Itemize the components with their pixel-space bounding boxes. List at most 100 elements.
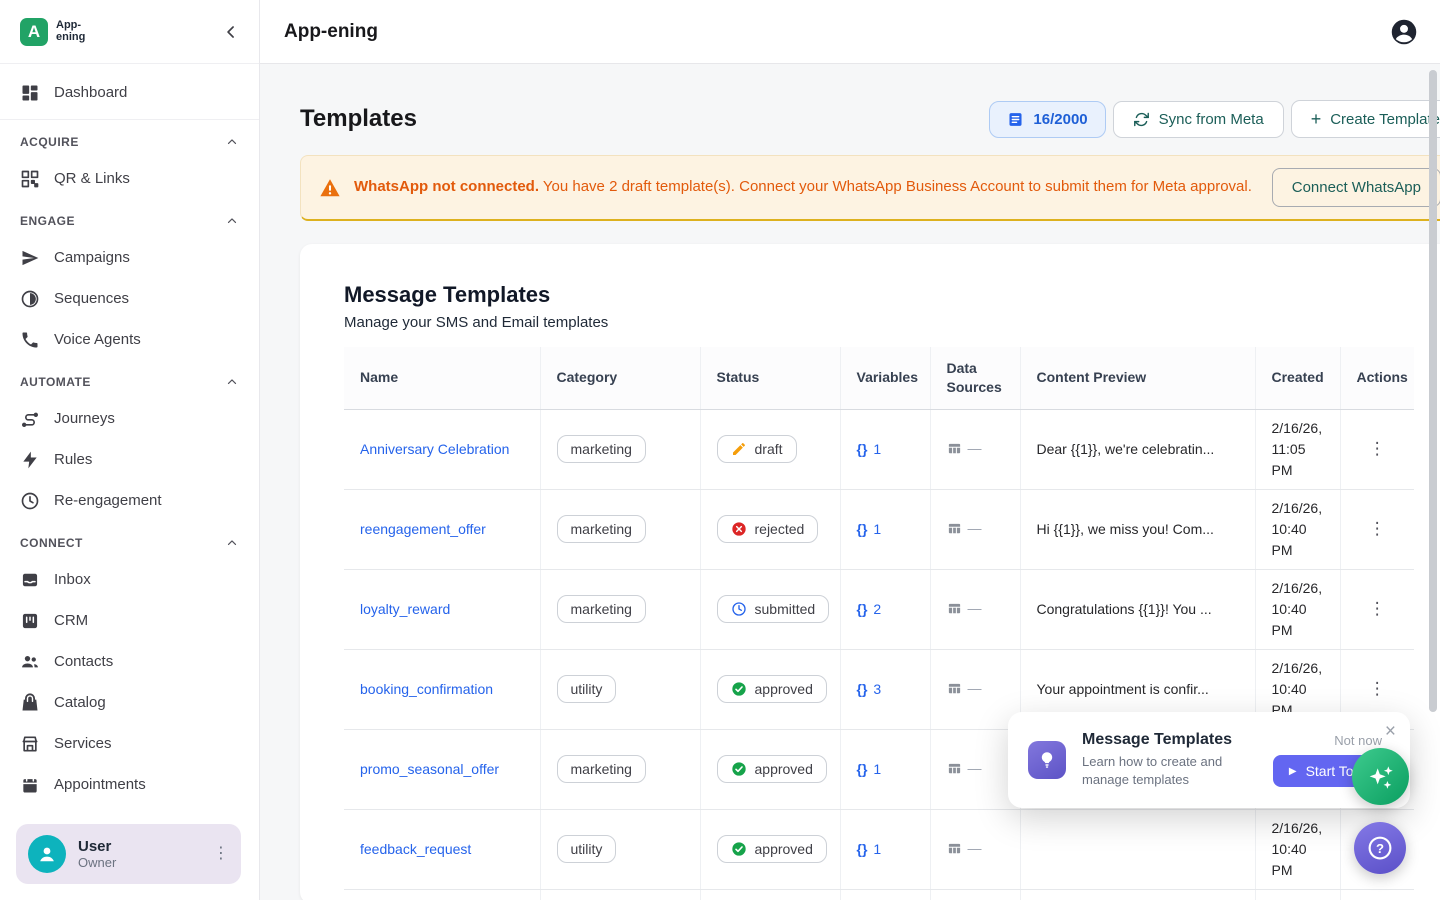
- close-icon[interactable]: ×: [1385, 722, 1396, 741]
- created-date: [1255, 889, 1340, 900]
- page-title: Templates: [300, 105, 417, 133]
- template-quota-badge[interactable]: 16/2000: [989, 101, 1105, 138]
- help-fab[interactable]: ?: [1354, 822, 1406, 874]
- user-menu-button[interactable]: ⋮: [213, 846, 229, 862]
- sidebar-section-engage[interactable]: ENGAGE: [0, 205, 259, 237]
- row-actions-button[interactable]: ⋮: [1369, 684, 1386, 695]
- sidebar-section-acquire[interactable]: ACQUIRE: [0, 126, 259, 158]
- approved-status-icon: [731, 841, 747, 857]
- sync-from-meta-button[interactable]: Sync from Meta: [1113, 101, 1284, 138]
- template-name-link[interactable]: promo_seasonal_offer: [360, 761, 499, 777]
- approved-status-icon: [731, 761, 747, 777]
- sidebar-item-services[interactable]: Services: [0, 723, 259, 764]
- user-role: Owner: [78, 855, 201, 870]
- content-preview: Dear {{1}}, we're celebratin...: [1020, 409, 1255, 489]
- sidebar-divider: [0, 119, 259, 120]
- sidebar-item-dashboard[interactable]: Dashboard: [0, 72, 259, 113]
- column-header-actions: Actions: [1340, 347, 1414, 409]
- app-logo-icon: A: [20, 18, 48, 46]
- sidebar-item-journeys[interactable]: Journeys: [0, 398, 259, 439]
- variables-count[interactable]: {}1: [857, 841, 882, 857]
- variables-count[interactable]: {}1: [857, 761, 882, 777]
- table-icon: [947, 441, 962, 456]
- app-logo[interactable]: A App- ening: [20, 18, 85, 46]
- draft-status-icon: [731, 441, 747, 457]
- column-header-created: Created: [1255, 347, 1340, 409]
- variables-value: 3: [873, 681, 881, 697]
- table-icon: [947, 761, 962, 776]
- connect-whatsapp-button[interactable]: Connect WhatsApp: [1272, 168, 1440, 207]
- data-sources-cell: —: [947, 440, 982, 456]
- column-header-content-preview: Content Preview: [1020, 347, 1255, 409]
- variables-value: 1: [873, 761, 881, 777]
- sidebar-item-rules[interactable]: Rules: [0, 439, 259, 480]
- create-template-button[interactable]: + Create Template: [1291, 100, 1440, 138]
- variables-count[interactable]: {}1: [857, 441, 882, 457]
- account-icon[interactable]: [1390, 18, 1418, 46]
- sidebar-item-label: Campaigns: [54, 249, 130, 266]
- template-name-link[interactable]: reengagement_offer: [360, 521, 486, 537]
- variables-count[interactable]: {}2: [857, 601, 882, 617]
- rejected-status-icon: [731, 521, 747, 537]
- sidebar-item-inbox[interactable]: Inbox: [0, 559, 259, 600]
- status-chip: submitted: [717, 595, 830, 623]
- column-header-name: Name: [344, 347, 540, 409]
- plus-icon: +: [1311, 110, 1322, 128]
- sidebar-item-catalog[interactable]: Catalog: [0, 682, 259, 723]
- variables-count[interactable]: {}1: [857, 521, 882, 537]
- clock-icon: [20, 491, 40, 511]
- sidebar-item-label: Voice Agents: [54, 331, 141, 348]
- status-label: approved: [755, 681, 813, 697]
- route-icon: [20, 409, 40, 429]
- sidebar-item-campaigns[interactable]: Campaigns: [0, 237, 259, 278]
- created-date: 2/16/26, 10:40 PM: [1255, 809, 1340, 889]
- data-sources-cell: —: [947, 760, 982, 776]
- template-name-link[interactable]: booking_confirmation: [360, 681, 493, 697]
- submitted-status-icon: [731, 601, 747, 617]
- page-header: Templates 16/2000 Sync from Meta + Creat…: [300, 100, 1440, 138]
- card-title: Message Templates: [344, 282, 1416, 308]
- table-icon: [947, 521, 962, 536]
- sidebar-item-sequences[interactable]: Sequences: [0, 278, 259, 319]
- sidebar-collapse-icon[interactable]: [221, 22, 241, 42]
- variables-value: 1: [873, 841, 881, 857]
- template-name-link[interactable]: Anniversary Celebration: [360, 441, 509, 457]
- quota-value: 16/2000: [1033, 111, 1087, 128]
- variables-count[interactable]: {}3: [857, 681, 882, 697]
- ai-assistant-fab[interactable]: [1352, 748, 1409, 805]
- status-chip: approved: [717, 755, 827, 783]
- sidebar-item-appointments[interactable]: Appointments: [0, 764, 259, 805]
- content-preview: Hi {{1}}, we miss you! Com...: [1020, 489, 1255, 569]
- sync-icon: [1133, 111, 1150, 128]
- not-now-button[interactable]: Not now: [1334, 733, 1382, 748]
- sidebar-item-voice-agents[interactable]: Voice Agents: [0, 319, 259, 360]
- sidebar-section-automate[interactable]: AUTOMATE: [0, 366, 259, 398]
- row-actions-button[interactable]: ⋮: [1369, 604, 1386, 615]
- sidebar-nav: Dashboard ACQUIREQR & Links ENGAGE Campaign…: [0, 64, 259, 805]
- table-row: payment_receiptutilityapproved{}4—⋮: [344, 889, 1414, 900]
- sidebar-item-contacts[interactable]: Contacts: [0, 641, 259, 682]
- row-actions-button[interactable]: ⋮: [1369, 444, 1386, 455]
- template-name-link[interactable]: feedback_request: [360, 841, 471, 857]
- whatsapp-warning-banner: WhatsApp not connected. You have 2 draft…: [300, 155, 1440, 221]
- sidebar-item-re-engagement[interactable]: Re-engagement: [0, 480, 259, 521]
- sidebar-item-label: Catalog: [54, 694, 106, 711]
- sidebar-item-crm[interactable]: CRM: [0, 600, 259, 641]
- banner-bold-text: WhatsApp not connected.: [354, 178, 539, 195]
- column-header-data-sources: Data Sources: [930, 347, 1020, 409]
- table-row: Anniversary Celebrationmarketingdraft{}1…: [344, 409, 1414, 489]
- status-chip: draft: [717, 435, 797, 463]
- row-actions-button[interactable]: ⋮: [1369, 524, 1386, 535]
- play-icon: ▶: [1289, 766, 1297, 777]
- vertical-scrollbar[interactable]: [1429, 70, 1437, 712]
- banner-message: You have 2 draft template(s). Connect yo…: [539, 178, 1252, 195]
- data-sources-value: —: [968, 520, 982, 536]
- chevron-up-icon: [225, 214, 239, 228]
- status-chip: approved: [717, 675, 827, 703]
- sidebar-section-connect[interactable]: CONNECT: [0, 527, 259, 559]
- template-name-link[interactable]: loyalty_reward: [360, 601, 450, 617]
- sidebar-item-qr-links[interactable]: QR & Links: [0, 158, 259, 199]
- category-chip: marketing: [557, 755, 646, 783]
- document-icon: [1007, 111, 1024, 128]
- user-card[interactable]: User Owner ⋮: [16, 824, 241, 884]
